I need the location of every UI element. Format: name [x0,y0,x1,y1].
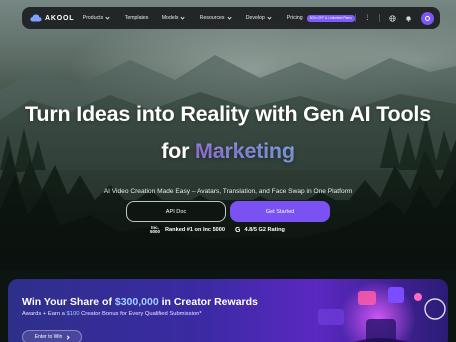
g2-logo-icon: G [235,226,241,234]
enter-to-win-label: Enter to Win [34,334,63,340]
hero-headline-for: for [161,139,190,163]
banner-title-suffix: in Creator Rewards [161,296,258,308]
nav-item-products[interactable]: Products [82,14,125,21]
nav-item-label: Templates [124,15,149,21]
nav-item-label: Pricing [286,15,303,21]
bell-icon[interactable] [405,15,412,22]
rewards-illustration [318,281,446,342]
inc-rating-text: Ranked #1 on Inc 5000 [165,227,226,233]
more-vertical-icon[interactable]: ⋮ [364,15,370,21]
ratings-row: Inc. 5000 Ranked #1 on Inc 5000 G 4.8/5 … [150,224,320,236]
hero-subtitle: AI Video Creation Made Easy – Avatars, T… [103,188,353,195]
banner-title-amount: $300,000 [114,296,159,308]
nav-item-develop[interactable]: Develop [245,14,287,21]
inc-logo-bottom: 5000 [150,229,161,234]
nav-item-label: Resources [199,15,225,21]
nav-item-label: Products [82,15,104,21]
top-navbar: AKOOL Products Templates Models Resource… [22,7,440,29]
inc5000-logo-icon: Inc. 5000 [150,225,161,234]
hero-headline-highlight: Marketing [195,139,295,163]
enter-to-win-button[interactable]: Enter to Win [22,330,82,342]
chevron-down-icon [180,14,186,20]
brand-logo[interactable]: AKOOL [30,14,79,22]
chevron-down-icon [105,14,110,20]
get-started-button[interactable]: Get Started [230,201,330,222]
banner-sub-prefix: Awards + Earn a [22,311,65,317]
nav-divider [354,14,356,22]
nav-item-pricing[interactable]: Pricing 50% OFF & Unlimited Plans [286,14,355,22]
g2-rating-text: 4.8/5 G2 Rating [244,227,285,233]
brand-name: AKOOL [45,14,75,22]
pricing-promo-badge: 50% OFF & Unlimited Plans [306,14,355,22]
hero-headline-line2: for Marketing [0,139,456,164]
nav-item-label: Models [161,15,179,21]
hero-headline-line1: Turn Ideas into Reality with Gen AI Tool… [25,102,431,126]
chevron-right-icon [65,334,70,340]
nav-divider [379,14,380,22]
nav-item-resources[interactable]: Resources [199,14,246,21]
nav-item-templates[interactable]: Templates [125,15,162,21]
globe-icon[interactable] [389,14,396,22]
nav-item-models[interactable]: Models [161,14,200,21]
banner-subtitle: Awards + Earn a $100 Creator Bonus for E… [22,311,202,317]
banner-title-prefix: Win Your Share of [22,296,112,308]
user-avatar-glyph [425,15,430,21]
user-avatar-icon[interactable] [421,11,434,25]
cloud-logo-icon [30,14,42,22]
chevron-down-icon [267,14,272,20]
banner-sub-amount: $100 [66,311,80,317]
creator-rewards-banner[interactable]: Win Your Share of $300,000 in Creator Re… [8,279,448,342]
api-doc-button[interactable]: API Doc [126,201,226,222]
banner-title: Win Your Share of $300,000 in Creator Re… [22,296,258,308]
nav-item-label: Develop [245,15,265,21]
chevron-down-icon [226,14,232,20]
banner-sub-suffix: Creator Bonus for Every Qualified Submis… [81,311,202,317]
